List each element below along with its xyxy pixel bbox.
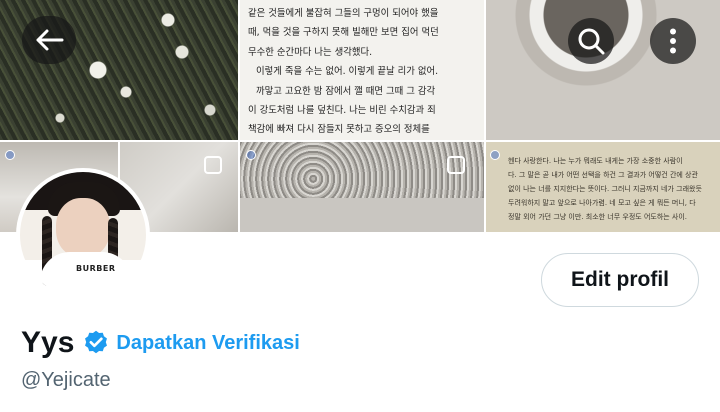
book-line: 두려워하지 말고 앞으로 나아가렴. 네 모고 싶은 게 뭐든 머니, 다 [508, 199, 696, 207]
selection-dot-icon [490, 150, 500, 160]
arrow-left-icon [36, 29, 64, 51]
book-line: 정말 외어 가던 그냥 이만. 최소한 너무 우정도 어도하는 사이. [508, 213, 688, 221]
book-line: 책감에 빠져 다시 잠들지 못하고 증오의 정체를 [248, 124, 430, 136]
profile-name-row: Yys Dapatkan Verifikasi [21, 322, 300, 364]
edit-profile-button[interactable]: Edit profil [541, 253, 699, 307]
avatar-shirt-logo: BURBER [76, 264, 116, 273]
book-line: 무수한 순간마다 나는 생각했다. [248, 46, 373, 58]
selection-dot-icon [246, 150, 256, 160]
get-verified-link[interactable]: Dapatkan Verifikasi [116, 332, 299, 355]
multi-photo-icon [447, 156, 465, 174]
verified-badge-icon[interactable] [82, 329, 110, 357]
book-line: 때, 먹을 것을 구하지 못해 빌해만 보면 집어 먹던 [248, 27, 439, 39]
collage-divider [238, 0, 240, 232]
book-line: 헨다 사랑한다. 나는 누가 뭐래도 내게는 가장 소중한 사람이 [508, 157, 683, 165]
book-line: 이 강도처럼 나를 덮친다. 나는 비린 수치감과 죄 [248, 105, 436, 117]
collage-divider [484, 0, 486, 232]
book-line: 다. 그 말은 곧 내가 어떤 선택을 하건 그 결과가 어떻건 간에 상관 [508, 171, 698, 179]
search-icon [578, 28, 605, 55]
more-options-button[interactable] [650, 18, 696, 64]
multi-photo-icon [204, 156, 222, 174]
book-line: 이렇게 죽을 수는 없어. 이렇게 끝날 리가 없어. [256, 66, 439, 78]
book-line: 같은 것들에게 불잡혀 그들의 구멍이 되어야 했을 [248, 8, 439, 19]
collage-divider [0, 140, 720, 142]
book-line: 까맣고 고요한 밤 잠에서 깰 때면 그때 그 감각 [256, 85, 436, 97]
banner-photo-shells [240, 142, 484, 232]
avatar-face [56, 198, 110, 258]
banner-photo-book-page: 같은 것들에게 불잡혀 그들의 구멍이 되어야 했을 때, 먹을 것을 구하지 … [240, 0, 484, 140]
banner-photo-book-page-2: 헨다 사랑한다. 나는 누가 뭐래도 내게는 가장 소중한 사람이 다. 그 말… [486, 142, 720, 232]
search-button[interactable] [568, 18, 614, 64]
profile-handle: @Yejicate [21, 369, 111, 391]
back-button[interactable] [22, 16, 76, 64]
book-line: 없이 나는 너를 지지한다는 뜻이다. 그러니 지금까지 네가 그래왔듯 [508, 185, 702, 193]
avatar[interactable]: BURBER [16, 168, 150, 302]
more-vertical-icon [670, 28, 676, 54]
selection-dot-icon [5, 150, 15, 160]
avatar-shirt [40, 252, 132, 298]
display-name: Yys [21, 326, 75, 359]
